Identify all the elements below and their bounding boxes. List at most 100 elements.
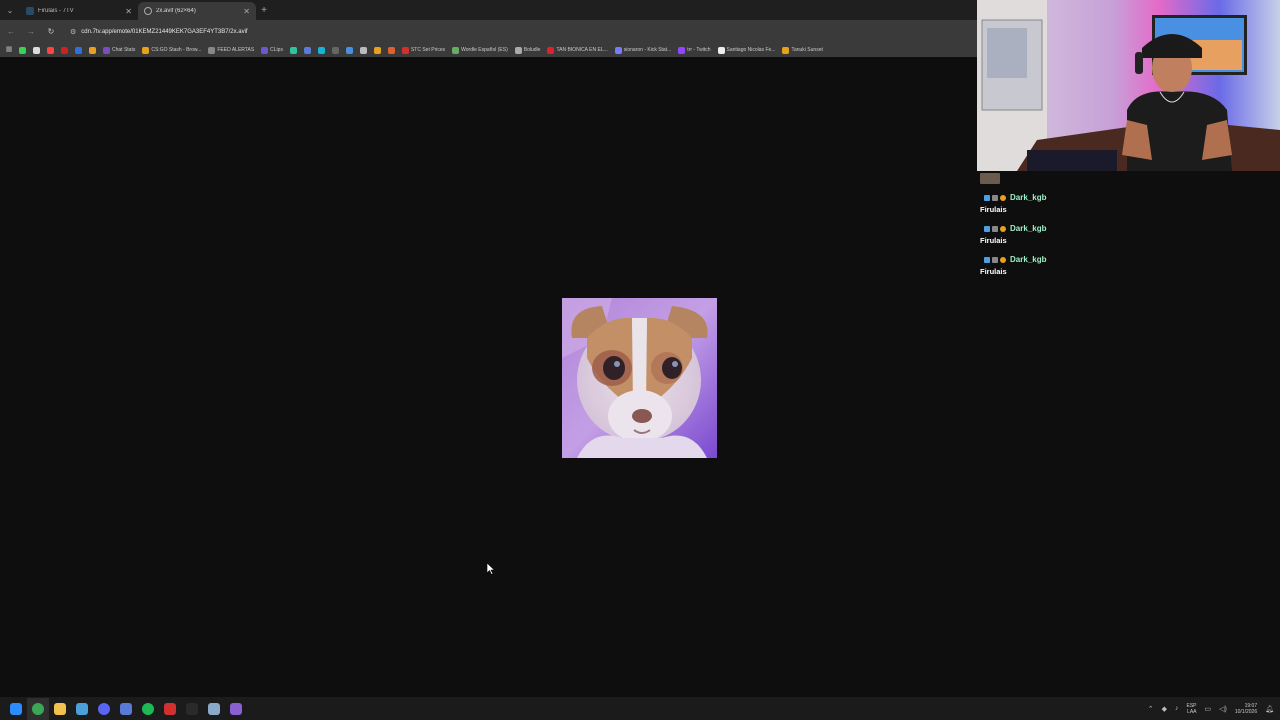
bookmark-item[interactable]: CLips: [259, 44, 285, 56]
app-icon[interactable]: [225, 698, 247, 720]
news-app-icon-glyph: [164, 702, 176, 715]
bookmark-favicon-icon: [289, 46, 297, 54]
discord-icon-glyph: [98, 702, 110, 715]
bookmark-label: CS:GO Stash - Brow...: [151, 47, 202, 53]
close-tab-icon[interactable]: ✕: [125, 7, 132, 16]
badge-icon: [984, 225, 990, 232]
reload-button[interactable]: ↻: [44, 27, 58, 36]
chat-overlay: Dark_kgb Firulais Dark_kgb Firulais Dark…: [977, 171, 1280, 281]
chat-message: Dark_kgb Firulais: [980, 192, 1274, 214]
clock[interactable]: 19:07 10/1/2026: [1235, 703, 1257, 715]
language-indicator[interactable]: ESP LAA: [1187, 703, 1197, 715]
app-tray-icon[interactable]: ◆: [1162, 705, 1167, 713]
bookmark-item[interactable]: [17, 44, 28, 56]
bookmark-favicon-icon: [614, 46, 622, 54]
bookmark-item[interactable]: [45, 44, 56, 56]
bookmark-favicon-icon: [61, 46, 68, 54]
bookmark-item[interactable]: [372, 44, 383, 56]
address-bar[interactable]: ⚙ cdn.7tv.app/emote/01KEMZ21449KEK7GA3EF…: [64, 23, 973, 40]
browser-toolbar: ← → ↻ ⚙ cdn.7tv.app/emote/01KEMZ21449KEK…: [0, 20, 977, 43]
bookmark-item[interactable]: CS:GO Stash - Brow...: [140, 44, 203, 56]
apps-grid-icon[interactable]: ▦: [4, 45, 14, 55]
7tv-favicon-icon: [26, 7, 34, 15]
badge-icon: [992, 194, 998, 201]
tab-firulais-7tv[interactable]: Firulais - 7TV ✕: [20, 2, 138, 20]
discord-icon[interactable]: [93, 698, 115, 720]
new-tab-button[interactable]: +: [256, 5, 272, 16]
mouse-cursor-icon: [486, 562, 496, 580]
windows-start-icon[interactable]: [5, 698, 27, 720]
bookmark-label: trr - Twitch: [687, 47, 711, 53]
spotify-icon[interactable]: [137, 698, 159, 720]
bookmark-item[interactable]: STC Set Prices: [400, 44, 447, 56]
tab-search-button[interactable]: ⌄: [0, 0, 20, 20]
bookmark-item[interactable]: Wordle Español (ES): [450, 44, 510, 56]
bookmark-favicon-icon: [261, 46, 269, 54]
bookmark-item[interactable]: sionaron - Kick Stat...: [613, 44, 674, 56]
badge-icon: [984, 194, 990, 201]
windows-taskbar: ⌃ ◆ ♪ ESP LAA ▭ ◁) 19:07 10/1/2026 🔔︎: [0, 697, 1280, 720]
settings-icon[interactable]: [181, 698, 203, 720]
badge-icon: [984, 256, 990, 263]
bookmark-item[interactable]: [87, 44, 98, 56]
bookmark-item[interactable]: Chat Stats: [101, 44, 137, 56]
bookmark-item[interactable]: Boludle: [513, 44, 543, 56]
bookmark-label: Boludle: [523, 47, 541, 53]
image-viewer-page: [0, 57, 977, 697]
bookmark-favicon-icon: [303, 46, 311, 54]
tab-title: Firulais - 7TV: [38, 8, 74, 14]
chat-username: Dark_kgb: [1010, 255, 1047, 264]
bookmark-item[interactable]: [386, 44, 397, 56]
bookmark-favicon-icon: [208, 46, 216, 54]
chat-username: Dark_kgb: [1010, 224, 1047, 233]
app-window-icon[interactable]: [115, 698, 137, 720]
steam-icon[interactable]: [71, 698, 93, 720]
bookmark-item[interactable]: [358, 44, 369, 56]
tab-title: 2x.avif (62×64): [156, 8, 196, 14]
file-explorer-icon[interactable]: [49, 698, 71, 720]
chat-text: Firulais: [980, 267, 1007, 276]
notification-bell-icon[interactable]: 🔔︎: [1265, 705, 1274, 713]
webcam-overlay: [977, 0, 1280, 171]
forward-button[interactable]: →: [24, 27, 38, 36]
back-button[interactable]: ←: [4, 27, 18, 36]
microphone-icon[interactable]: ♪: [1175, 705, 1179, 712]
bookmark-item[interactable]: [73, 44, 84, 56]
bookmark-label: TAN BIONICA EN EL...: [556, 47, 608, 53]
bookmark-favicon-icon: [19, 46, 26, 54]
bookmark-favicon-icon: [103, 46, 110, 54]
bookmark-item[interactable]: FEED ALERTAS: [206, 44, 256, 56]
chat-text: Firulais: [980, 205, 1007, 214]
bookmark-item[interactable]: Santiago Nicolas Fe...: [716, 44, 778, 56]
network-icon[interactable]: ▭: [1205, 705, 1212, 713]
tab-emote-image[interactable]: 2x.avif (62×64) ✕: [138, 2, 256, 20]
bookmark-item[interactable]: Tanuki Sunset: [780, 44, 824, 56]
bookmark-favicon-icon: [359, 46, 367, 54]
bookmark-item[interactable]: trr - Twitch: [676, 44, 712, 56]
chevron-down-icon: ⌄: [6, 5, 14, 15]
close-tab-icon[interactable]: ✕: [243, 7, 250, 16]
bookmark-item[interactable]: [31, 44, 42, 56]
app-icon-glyph: [230, 702, 242, 715]
bookmarks-bar: ▦ Chat Stats CS:GO Stash - Brow... FEED AL…: [0, 43, 977, 57]
bookmark-favicon-icon: [142, 46, 150, 54]
globe-icon: [144, 7, 152, 15]
bookmark-item[interactable]: [59, 44, 70, 56]
chat-message: Dark_kgb Firulais: [980, 254, 1274, 276]
bookmark-item[interactable]: [316, 44, 327, 56]
bookmark-item[interactable]: [344, 44, 355, 56]
site-info-icon[interactable]: ⚙: [70, 28, 76, 36]
chrome-icon[interactable]: [27, 697, 49, 720]
chevron-up-icon[interactable]: ⌃: [1148, 705, 1154, 713]
bookmark-favicon-icon: [717, 46, 725, 54]
volume-icon[interactable]: ◁): [1219, 705, 1227, 713]
bookmark-item[interactable]: [288, 44, 299, 56]
bookmark-label: Santiago Nicolas Fe...: [726, 47, 776, 53]
news-app-icon[interactable]: [159, 698, 181, 720]
bookmark-item[interactable]: [330, 44, 341, 56]
obs-icon[interactable]: [203, 698, 225, 720]
taskbar-apps: [5, 697, 247, 720]
bookmark-item[interactable]: [302, 44, 313, 56]
bookmark-label: Wordle Español (ES): [461, 47, 508, 53]
bookmark-item[interactable]: TAN BIONICA EN EL...: [545, 44, 609, 56]
